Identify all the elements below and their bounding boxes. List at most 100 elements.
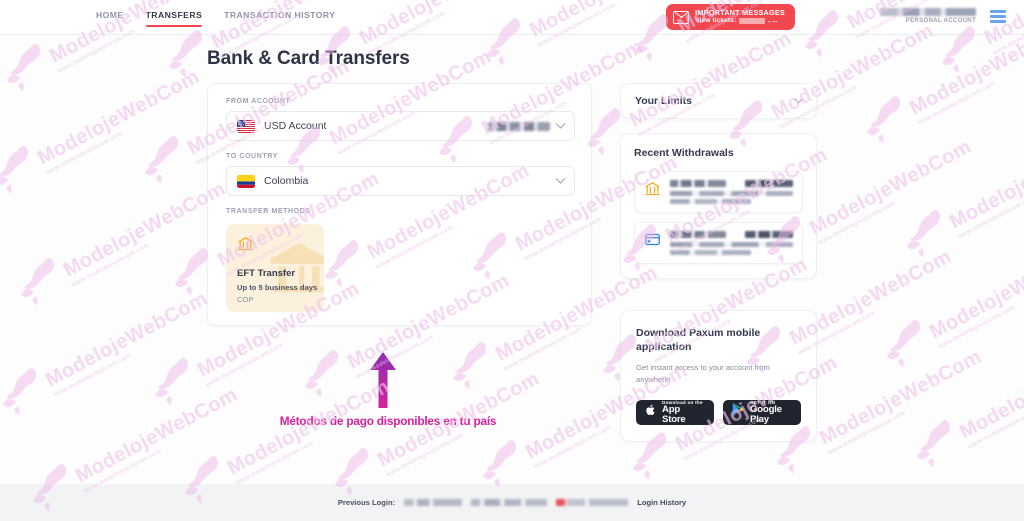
to-country-right xyxy=(555,173,566,185)
watermark-figure xyxy=(154,356,198,408)
view-tickets-label: View tickets: xyxy=(695,17,737,25)
google-play-icon xyxy=(732,403,745,422)
app-store-button[interactable]: Download on the App Store xyxy=(636,400,714,426)
watermark-figure xyxy=(916,418,960,470)
hamburger-menu-icon[interactable] xyxy=(990,10,1006,23)
watermark-text: ModelojeWebComwww.modelojewebcom.com xyxy=(72,383,242,495)
nav-item-home[interactable]: HOME xyxy=(96,10,124,27)
mobile-app-promo-card: Download Paxum mobile application Get in… xyxy=(620,310,817,443)
credit-card-icon xyxy=(644,231,661,253)
app-promo-title: Download Paxum mobile application xyxy=(636,327,761,354)
app-store-main-text: App Store xyxy=(662,403,686,426)
ticket-value-redacted xyxy=(739,18,766,25)
watermark-figure xyxy=(482,438,526,490)
withdrawal-name-redacted xyxy=(670,180,726,187)
from-account-group: FROM ACCOUNT USD Account xyxy=(226,98,575,141)
bank-icon xyxy=(237,235,254,257)
from-account-value: USD Account xyxy=(264,120,327,132)
watermark-text: ModelojeWebComwww.modelojewebcom.com xyxy=(816,345,986,457)
withdrawal-amount-redacted xyxy=(745,180,793,187)
important-messages-text: IMPORTANT MESSAGES View tickets: , ... xyxy=(695,8,785,25)
google-play-button[interactable]: GET IT ON Google Play xyxy=(723,400,801,426)
watermark-text: ModelojeWebComwww.modelojewebcom.com xyxy=(806,135,976,247)
watermark-figure xyxy=(144,134,188,186)
withdrawal-amount-redacted xyxy=(745,231,793,238)
withdrawal-name-redacted xyxy=(670,231,726,238)
watermark-figure xyxy=(6,42,50,94)
chevron-down-icon xyxy=(555,173,566,184)
transfer-method-duration: Up to 5 business days xyxy=(237,283,318,292)
watermark-figure xyxy=(20,256,64,308)
app-page: HOME TRANSFERS TRANSACTION HISTORY IMPOR… xyxy=(0,0,1024,521)
important-messages-badge[interactable]: IMPORTANT MESSAGES View tickets: , ... xyxy=(666,4,795,30)
nav-item-transfers[interactable]: TRANSFERS xyxy=(145,10,203,28)
footer-bar: Previous Login: Login History xyxy=(0,484,1024,521)
google-play-label: GET IT ON Google Play xyxy=(750,400,792,426)
previous-login-ip-redacted xyxy=(471,499,548,506)
app-store-buttons: Download on the App Store GET IT ON Goog… xyxy=(636,400,801,426)
apple-icon xyxy=(645,403,657,422)
account-balance-redacted xyxy=(488,121,550,131)
transfer-methods-label: TRANSFER METHODS xyxy=(226,208,311,215)
account-summary[interactable]: PERSONAL ACCOUNT xyxy=(880,8,976,25)
transfer-method-eft-transfer[interactable]: EFT Transfer Up to 5 business days COP xyxy=(226,224,324,312)
google-play-main-text: Google Play xyxy=(750,403,782,426)
nav-item-transaction-history[interactable]: TRANSACTION HISTORY xyxy=(224,10,335,27)
watermark-text: ModelojeWebComwww.modelojewebcom.com xyxy=(34,65,204,177)
bank-icon xyxy=(644,180,661,202)
transfer-method-name: EFT Transfer xyxy=(237,268,296,279)
chevron-down-icon[interactable] xyxy=(793,93,804,104)
annotation-caption: Métodos de pago disponibles en tu país xyxy=(279,414,497,428)
watermark-figure xyxy=(866,94,910,146)
from-account-select[interactable]: USD Account xyxy=(226,111,575,141)
from-account-right xyxy=(488,118,566,131)
previous-login-label: Previous Login: xyxy=(337,498,396,507)
envelope-icon xyxy=(673,10,690,24)
withdrawal-details-redacted xyxy=(670,231,793,255)
main-navigation: HOME TRANSFERS TRANSACTION HISTORY xyxy=(96,10,335,28)
recent-withdrawals-title: Recent Withdrawals xyxy=(634,147,734,159)
previous-login-date-redacted xyxy=(404,499,463,506)
app-store-label: Download on the App Store xyxy=(662,400,705,426)
to-country-label: TO COUNTRY xyxy=(226,153,278,160)
watermark-text: ModelojeWebComwww.modelojewebcom.com xyxy=(946,129,1024,241)
app-promo-subtitle: Get instant access to your account from … xyxy=(636,363,770,384)
watermark-text: ModelojeWebComwww.modelojewebcom.com xyxy=(926,239,1024,351)
to-country-select[interactable]: Colombia xyxy=(226,166,575,196)
your-limits-title: Your Limits xyxy=(635,95,692,107)
from-account-label: FROM ACCOUNT xyxy=(226,98,291,105)
watermark-figure xyxy=(452,340,496,392)
watermark-figure xyxy=(0,144,38,196)
top-header: HOME TRANSFERS TRANSACTION HISTORY IMPOR… xyxy=(0,0,1024,34)
watermark-figure xyxy=(2,366,46,418)
watermark-text: ModelojeWebComwww.modelojewebcom.com xyxy=(42,287,212,399)
view-tickets-suffix: , ... xyxy=(768,17,778,25)
login-history-link[interactable]: Login History xyxy=(637,498,686,507)
up-arrow-annotation xyxy=(370,352,396,413)
withdrawal-meta-redacted xyxy=(670,191,793,196)
withdrawal-meta-redacted xyxy=(670,242,793,247)
withdrawal-list-item[interactable] xyxy=(634,171,803,213)
transfer-form-card: FROM ACCOUNT USD Account TO COUNTRY Colo… xyxy=(207,83,592,326)
watermark-text: ModelojeWebComwww.modelojewebcom.com xyxy=(956,339,1024,451)
to-country-value: Colombia xyxy=(264,175,309,187)
watermark-figure xyxy=(906,208,950,260)
transfer-methods-group: TRANSFER METHODS EFT Transfer Up to 5 bu… xyxy=(226,208,575,312)
watermark-figure xyxy=(168,28,212,80)
page-title: Bank & Card Transfers xyxy=(207,48,410,69)
us-flag-icon xyxy=(237,119,255,133)
account-type-label: PERSONAL ACCOUNT xyxy=(905,18,976,24)
withdrawal-list-item[interactable] xyxy=(634,222,803,264)
previous-login-location-redacted xyxy=(556,499,629,506)
view-tickets-row: View tickets: , ... xyxy=(695,17,785,25)
withdrawal-details-redacted xyxy=(670,180,793,204)
watermark-figure xyxy=(304,348,348,400)
recent-withdrawals-list xyxy=(634,171,803,264)
colombia-flag-icon xyxy=(237,174,255,188)
transfer-method-currency: COP xyxy=(237,295,254,304)
withdrawal-date-redacted xyxy=(670,199,752,204)
your-limits-card[interactable]: Your Limits xyxy=(620,83,817,119)
chevron-down-icon xyxy=(555,118,566,129)
withdrawal-date-redacted xyxy=(670,250,752,255)
header-divider xyxy=(0,34,1024,35)
